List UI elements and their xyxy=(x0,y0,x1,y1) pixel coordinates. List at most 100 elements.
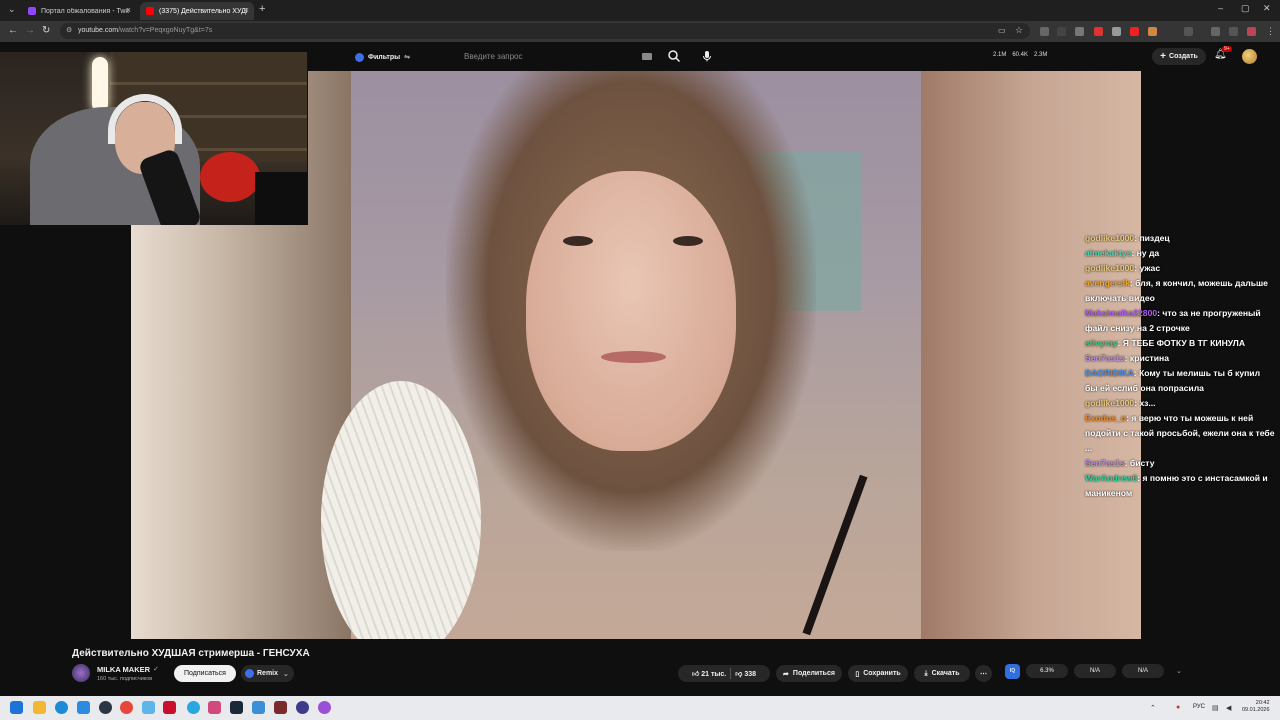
profile-icon[interactable] xyxy=(1247,27,1256,36)
app-icon[interactable] xyxy=(187,701,200,714)
chevron-down-icon[interactable]: ⌄ xyxy=(1176,667,1182,675)
extension-icon[interactable] xyxy=(1075,27,1084,36)
piano xyxy=(255,172,307,225)
video-subject-eye xyxy=(673,236,703,246)
extension-icon[interactable] xyxy=(1130,27,1139,36)
network-icon[interactable]: ▤ xyxy=(1212,704,1219,712)
volume-icon[interactable]: ◀ xyxy=(1226,704,1231,712)
bookmark-star-icon[interactable]: ☆ xyxy=(1015,25,1023,36)
extension-icon[interactable] xyxy=(1229,27,1238,36)
app-icon[interactable] xyxy=(318,701,331,714)
tab-list-icon[interactable]: ⌄ xyxy=(8,4,16,15)
chevron-down-icon: ⌄ xyxy=(283,670,289,678)
tab-close-icon[interactable]: × xyxy=(126,5,131,15)
dislike-button[interactable]: 👎︎ 338 xyxy=(735,669,756,678)
app-icon[interactable] xyxy=(142,701,155,714)
extension-icon[interactable] xyxy=(1057,27,1066,36)
chat-message: avengersik: бля, я кончил, можешь дальше… xyxy=(1085,276,1275,306)
channel-avatar[interactable] xyxy=(72,664,90,682)
forward-button[interactable]: → xyxy=(25,25,35,36)
download-label: Скачать xyxy=(931,670,960,677)
download-button[interactable]: ⤓ Скачать xyxy=(914,665,970,682)
chat-username: avengersik xyxy=(1085,278,1130,288)
close-window-button[interactable]: ✕ xyxy=(1263,3,1271,14)
extensions-puzzle-icon[interactable] xyxy=(1184,27,1193,36)
menu-kebab-icon[interactable]: ⋮ xyxy=(1266,26,1275,37)
stat-value: 60.4K xyxy=(1012,52,1029,58)
reload-button[interactable]: ↻ xyxy=(42,25,50,36)
minimize-button[interactable]: – xyxy=(1218,3,1223,13)
share-label: Поделиться xyxy=(792,670,835,677)
video-subject-face xyxy=(526,171,736,451)
like-dislike-group: 👍︎ 21 тыс. 👎︎ 338 xyxy=(678,665,770,682)
subscribe-button[interactable]: Подписаться xyxy=(174,665,236,682)
extension-icon[interactable] xyxy=(1094,27,1103,36)
chat-username: Sen7as1s xyxy=(1085,353,1125,363)
app-icon[interactable] xyxy=(296,701,309,714)
remix-button[interactable]: Remix ⌄ xyxy=(241,665,294,682)
keyboard-icon[interactable] xyxy=(642,53,652,60)
app-icon[interactable] xyxy=(99,701,112,714)
create-button[interactable]: + Создать xyxy=(1152,48,1206,65)
app-icon[interactable] xyxy=(274,701,287,714)
tab-twitch[interactable]: Портал обжалования - Twitch × xyxy=(22,2,136,20)
language-indicator[interactable]: РУС xyxy=(1193,704,1205,710)
downloads-icon[interactable] xyxy=(1211,27,1220,36)
video-subject-mouth xyxy=(601,351,666,363)
clock[interactable]: 20:42 09.01.2026 xyxy=(1242,700,1270,714)
more-actions-button[interactable]: ⋯ xyxy=(975,665,992,682)
url-field[interactable]: ⚙ youtube.com/watch?v=PeqxgoNuyTg&t=7s ▭… xyxy=(60,23,1030,39)
chat-username: Maksimalka22800 xyxy=(1085,308,1158,318)
steam-icon[interactable] xyxy=(230,701,243,714)
verified-check-icon: ✓ xyxy=(153,666,159,673)
chat-username: Sen7as1s xyxy=(1085,458,1125,468)
tray-chevron-icon[interactable]: ⌃ xyxy=(1150,704,1156,712)
youtube-page: Фильтры ⇋ Введите запрос 2.1M 60.4K 2.3M… xyxy=(0,42,1280,696)
share-button[interactable]: ➦ Поделиться xyxy=(776,665,842,682)
chat-message: DAORIDIKA: Кому ты мелишь ты б купил бы … xyxy=(1085,366,1275,396)
save-label: Сохранить xyxy=(863,670,901,677)
back-button[interactable]: ← xyxy=(8,25,18,36)
file-explorer-icon[interactable] xyxy=(33,701,46,714)
cast-icon[interactable]: ▭ xyxy=(998,26,1006,35)
extension-logo-icon[interactable]: IQ xyxy=(1005,663,1020,679)
store-icon[interactable] xyxy=(77,701,90,714)
chat-username: Exodus_o xyxy=(1085,413,1127,423)
tab-youtube[interactable]: (3375) Действительно ХУДШАЯ ... × xyxy=(140,2,254,20)
tab-close-icon[interactable]: × xyxy=(244,5,249,15)
chat-text: кристина xyxy=(1129,353,1169,363)
tray-app-icon[interactable]: ● xyxy=(1176,704,1180,711)
dislike-count: 338 xyxy=(744,671,756,678)
extension-icon[interactable] xyxy=(1148,27,1157,36)
account-avatar[interactable] xyxy=(1242,49,1257,64)
tab-title: (3375) Действительно ХУДШАЯ ... xyxy=(159,7,247,15)
chat-message: Exodus_o: я верю что ты можешь к ней под… xyxy=(1085,411,1275,456)
search-icon[interactable] xyxy=(667,49,681,63)
new-tab-button[interactable]: + xyxy=(259,3,265,15)
microphone-icon[interactable] xyxy=(700,49,714,63)
lamp-light xyxy=(92,57,108,112)
chat-username: DAORIDIKA xyxy=(1085,368,1134,378)
filters-button[interactable]: Фильтры ⇋ xyxy=(355,50,410,64)
edge-icon[interactable] xyxy=(55,701,68,714)
chrome-icon[interactable] xyxy=(120,701,133,714)
like-count: 21 тыс. xyxy=(701,671,727,678)
extension-icon[interactable] xyxy=(1040,27,1049,36)
app-icon[interactable] xyxy=(252,701,265,714)
filter-dot-icon xyxy=(355,52,364,62)
channel-name[interactable]: MILKA MAKER xyxy=(97,665,150,674)
app-icon[interactable] xyxy=(208,701,221,714)
chat-username: godlike1000 xyxy=(1085,398,1135,408)
save-button[interactable]: ▯ Сохранить xyxy=(848,665,908,682)
download-icon: ⤓ xyxy=(924,669,928,677)
start-menu-icon[interactable] xyxy=(10,701,23,714)
search-input[interactable]: Введите запрос xyxy=(455,49,660,65)
extension-icon[interactable] xyxy=(1112,27,1121,36)
maximize-button[interactable]: ▢ xyxy=(1241,3,1250,14)
app-icon[interactable] xyxy=(163,701,176,714)
sliders-icon: ⇋ xyxy=(404,54,410,61)
bookmark-icon: ▯ xyxy=(855,670,860,678)
site-info-icon[interactable]: ⚙ xyxy=(66,26,72,34)
like-button[interactable]: 👍︎ 21 тыс. xyxy=(692,669,726,678)
chat-username: godlike1000 xyxy=(1085,233,1135,243)
